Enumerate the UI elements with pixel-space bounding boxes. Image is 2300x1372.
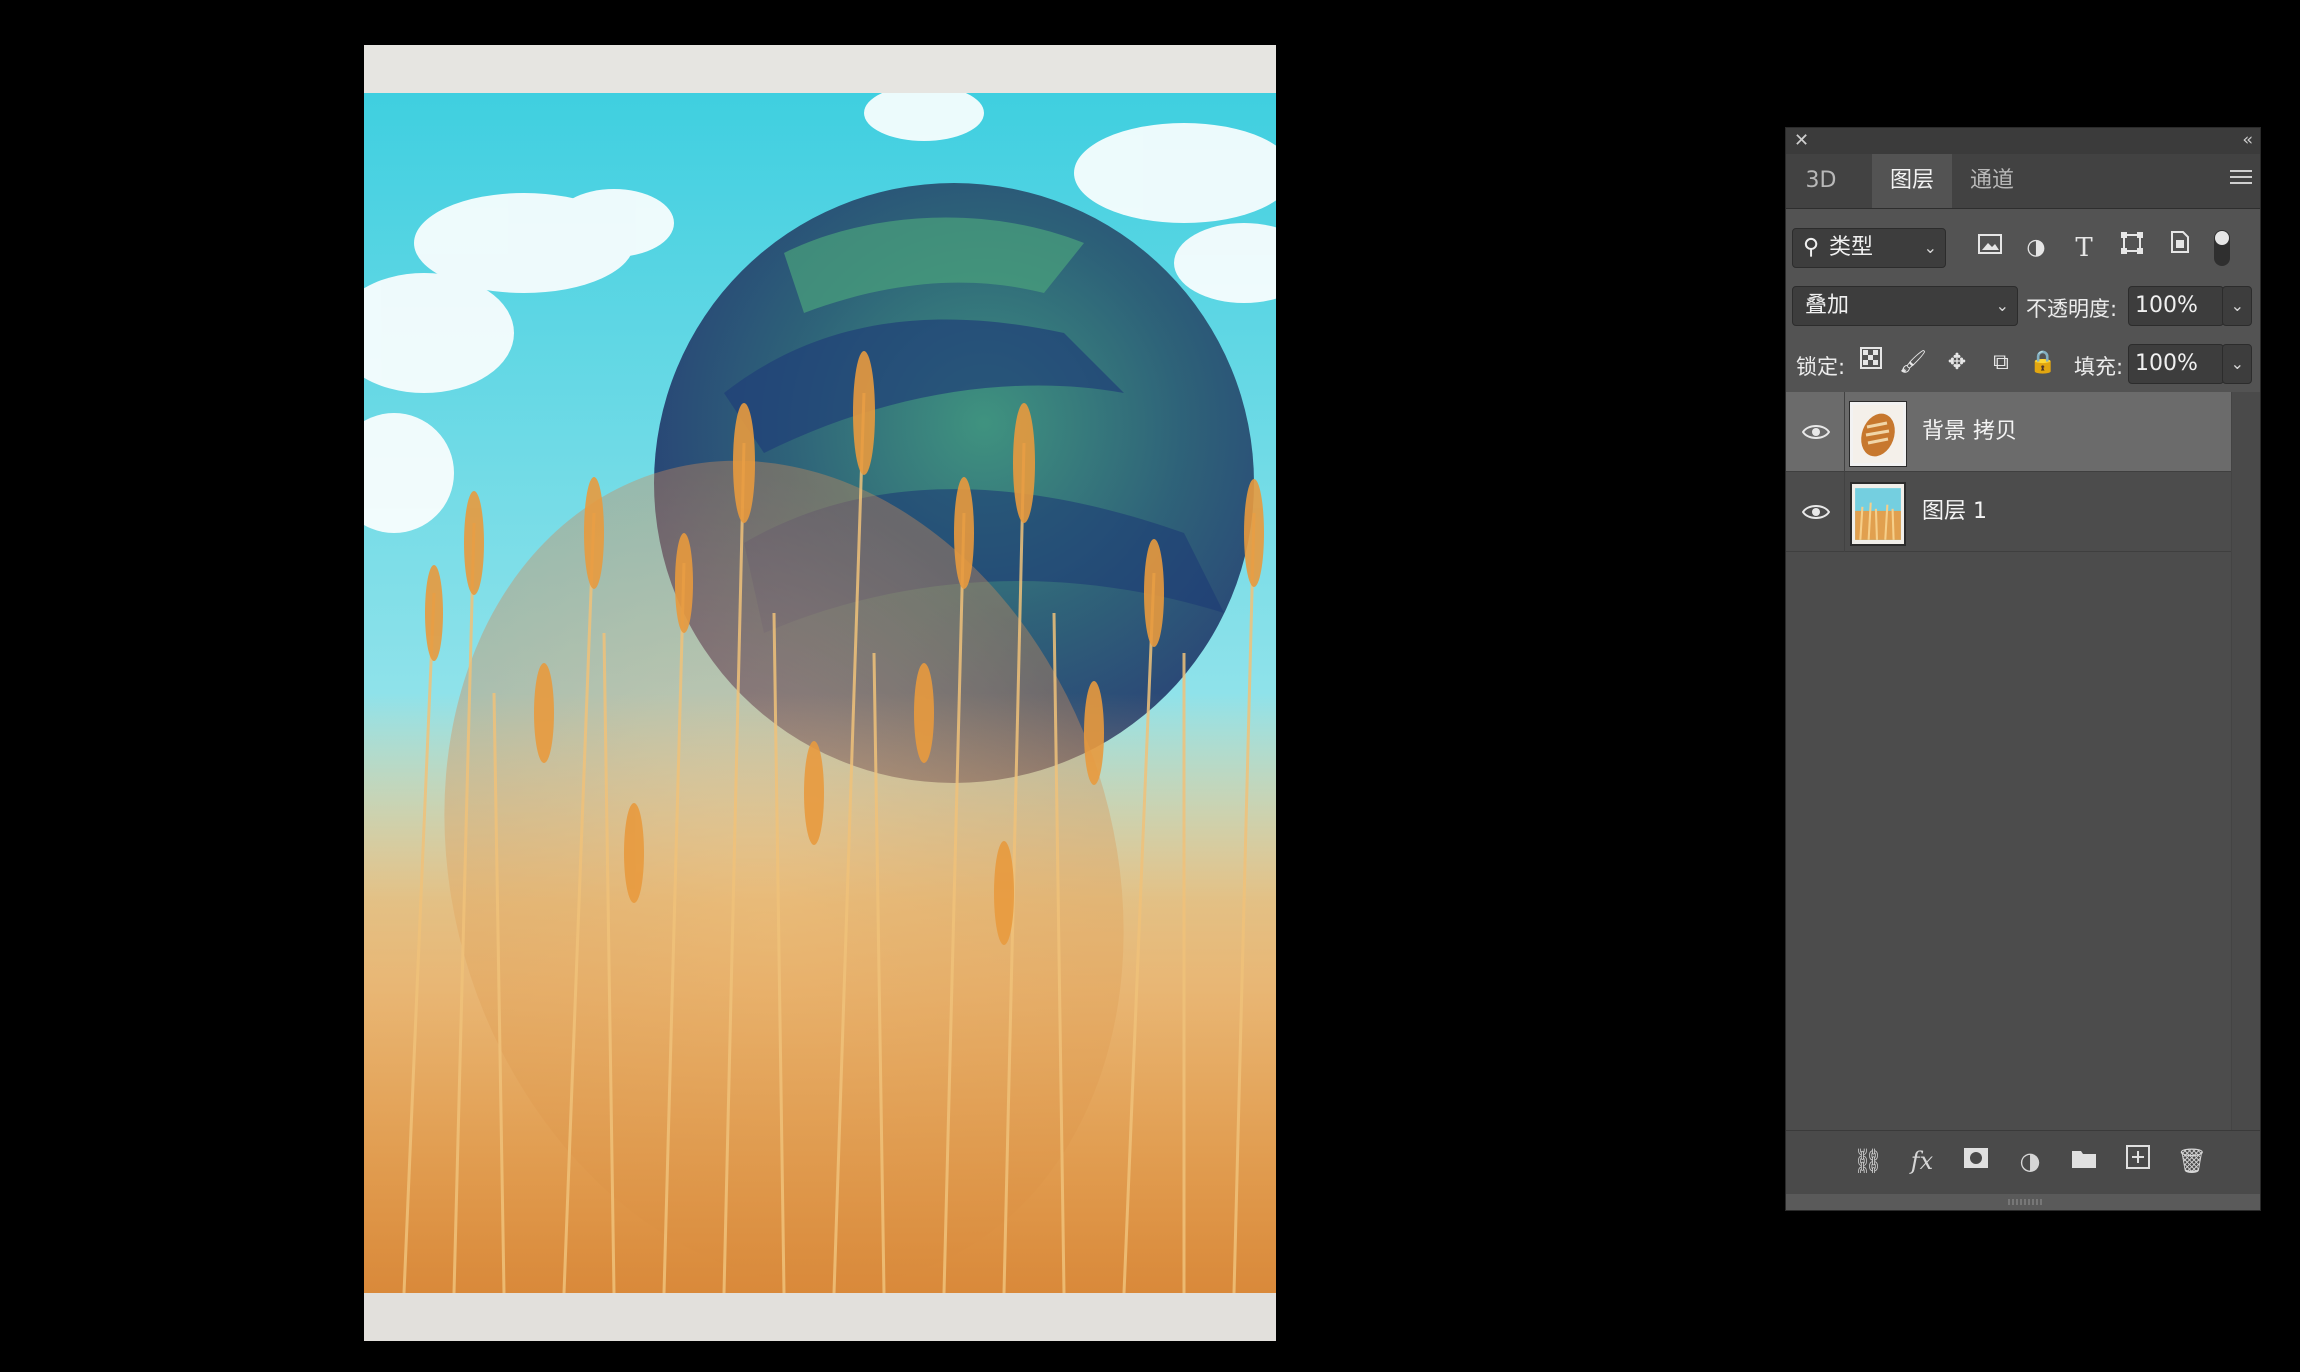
- layers-panel: ✕ ‹‹ 3D 图层 通道 ⚲ 类型 ⌄ ◑ T 叠加 ⌄ 不透明度: 100%…: [1785, 127, 2261, 1211]
- layer-thumbnail-wheat-field[interactable]: [1850, 482, 1906, 546]
- type-filter-icon[interactable]: T: [2066, 228, 2102, 268]
- group-folder-icon[interactable]: [2066, 1143, 2102, 1179]
- link-layers-icon[interactable]: ⛓: [1850, 1143, 1886, 1179]
- layer-mask-icon[interactable]: [1958, 1143, 1994, 1179]
- visibility-toggle[interactable]: [1786, 472, 1844, 552]
- panel-tab-bar: 3D 图层 通道: [1786, 154, 2260, 209]
- fill-value: 100%: [2135, 351, 2198, 376]
- search-icon: ⚲: [1803, 235, 1820, 260]
- fill-label: 填充:: [2074, 355, 2124, 379]
- chevron-down-icon: ⌄: [1923, 238, 1937, 257]
- new-layer-icon[interactable]: [2120, 1143, 2156, 1179]
- blend-mode-select[interactable]: 叠加 ⌄: [1792, 286, 2018, 326]
- composite-artwork: [364, 93, 1276, 1293]
- lock-all-icon[interactable]: 🔒: [2028, 344, 2058, 382]
- chevron-down-icon: ⌄: [2230, 354, 2244, 373]
- panel-resize-grip[interactable]: [1786, 1194, 2260, 1210]
- tab-channels[interactable]: 通道: [1952, 154, 2032, 208]
- eye-icon: [1802, 425, 1830, 439]
- opacity-field[interactable]: 100%: [2128, 286, 2224, 326]
- chevron-down-icon: ⌄: [2230, 296, 2244, 315]
- blend-row: 叠加 ⌄ 不透明度: 100% ⌄: [1786, 286, 2260, 326]
- layers-list: 背景 拷贝 图层 1: [1786, 392, 2260, 1130]
- layer-thumbnail-bread[interactable]: [1849, 401, 1907, 467]
- adjustment-layer-icon[interactable]: ◑: [2012, 1143, 2048, 1179]
- collapse-panel-icon[interactable]: ‹‹: [2242, 129, 2252, 151]
- lock-image-pixels-icon[interactable]: 🖌: [1898, 344, 1928, 382]
- tab-layers[interactable]: 图层: [1872, 154, 1952, 208]
- shape-filter-icon[interactable]: [2114, 228, 2150, 268]
- lock-label: 锁定:: [1796, 355, 1846, 379]
- filter-kind-select[interactable]: ⚲ 类型 ⌄: [1792, 228, 1946, 268]
- canvas-bottom-border: [364, 1293, 1276, 1341]
- filter-kind-label: 类型: [1829, 235, 1874, 260]
- delete-layer-icon[interactable]: 🗑: [2174, 1143, 2210, 1179]
- eye-icon: [1802, 505, 1830, 519]
- layer-name[interactable]: 图层 1: [1922, 472, 1987, 552]
- image-filter-icon[interactable]: [1972, 228, 2008, 268]
- visibility-toggle[interactable]: [1786, 392, 1844, 472]
- opacity-value: 100%: [2135, 293, 2198, 318]
- lock-transparent-pixels-icon[interactable]: [1856, 344, 1886, 382]
- layer-name[interactable]: 背景 拷贝: [1922, 392, 2017, 472]
- filter-row: ⚲ 类型 ⌄ ◑ T: [1786, 228, 2260, 268]
- chevron-down-icon: ⌄: [1995, 296, 2009, 315]
- fx-icon[interactable]: fx: [1904, 1143, 1940, 1179]
- fill-field[interactable]: 100%: [2128, 344, 2224, 384]
- lock-artboard-icon[interactable]: ⧉: [1986, 344, 2016, 382]
- photoshop-workspace: ✕ ‹‹ 3D 图层 通道 ⚲ 类型 ⌄ ◑ T 叠加 ⌄ 不透明度: 100%…: [0, 0, 2300, 1372]
- lock-position-icon[interactable]: ✥: [1942, 344, 1972, 382]
- blend-mode-value: 叠加: [1805, 293, 1850, 318]
- opacity-dropdown-button[interactable]: ⌄: [2222, 286, 2252, 326]
- close-icon[interactable]: ✕: [1794, 130, 1809, 152]
- smart-object-filter-icon[interactable]: [2162, 228, 2198, 268]
- tab-3d[interactable]: 3D: [1786, 154, 1856, 208]
- layers-footer-toolbar: ⛓ fx ◑ 🗑: [1786, 1130, 2260, 1195]
- filter-toggle-switch[interactable]: [2214, 230, 2230, 266]
- panel-menu-icon[interactable]: [2230, 170, 2252, 188]
- fill-dropdown-button[interactable]: ⌄: [2222, 344, 2252, 384]
- adjustment-filter-icon[interactable]: ◑: [2018, 228, 2054, 268]
- layer-row-background-copy[interactable]: 背景 拷贝: [1786, 392, 2233, 472]
- opacity-label: 不透明度:: [2026, 297, 2118, 321]
- layer-row-layer-1[interactable]: 图层 1: [1786, 472, 2233, 552]
- document-canvas[interactable]: [364, 45, 1276, 1341]
- layers-scrollbar[interactable]: [2231, 392, 2260, 1130]
- lock-row: 锁定: 🖌 ✥ ⧉ 🔒 填充: 100% ⌄: [1786, 344, 2260, 384]
- panel-title-bar[interactable]: ✕ ‹‹: [1786, 128, 2260, 154]
